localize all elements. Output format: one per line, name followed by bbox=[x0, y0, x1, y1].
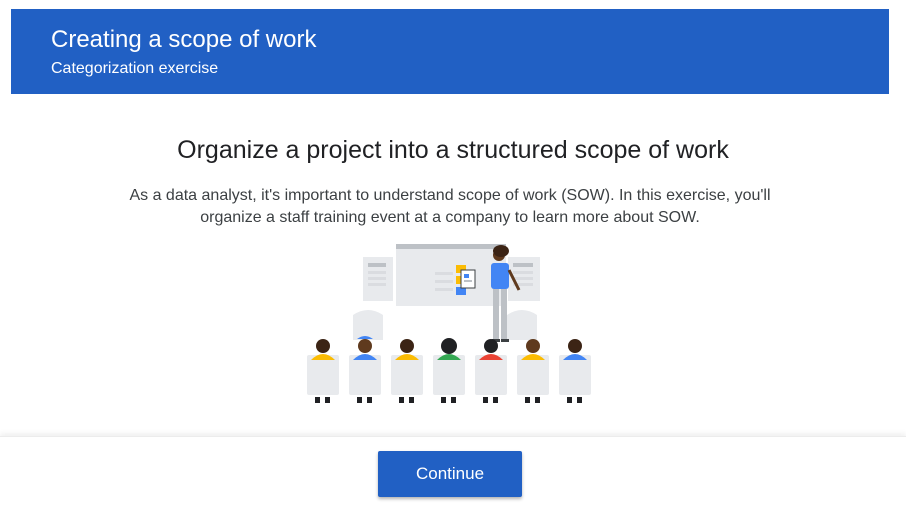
page-header: Creating a scope of work Categorization … bbox=[11, 9, 889, 94]
section-description: As a data analyst, it's important to und… bbox=[129, 187, 771, 226]
page-subtitle: Categorization exercise bbox=[51, 60, 219, 77]
continue-button[interactable]: Continue bbox=[378, 451, 522, 497]
page-title: Creating a scope of work bbox=[51, 26, 317, 53]
presentation-illustration bbox=[307, 244, 591, 403]
section-heading: Organize a project into a structured sco… bbox=[177, 136, 729, 164]
